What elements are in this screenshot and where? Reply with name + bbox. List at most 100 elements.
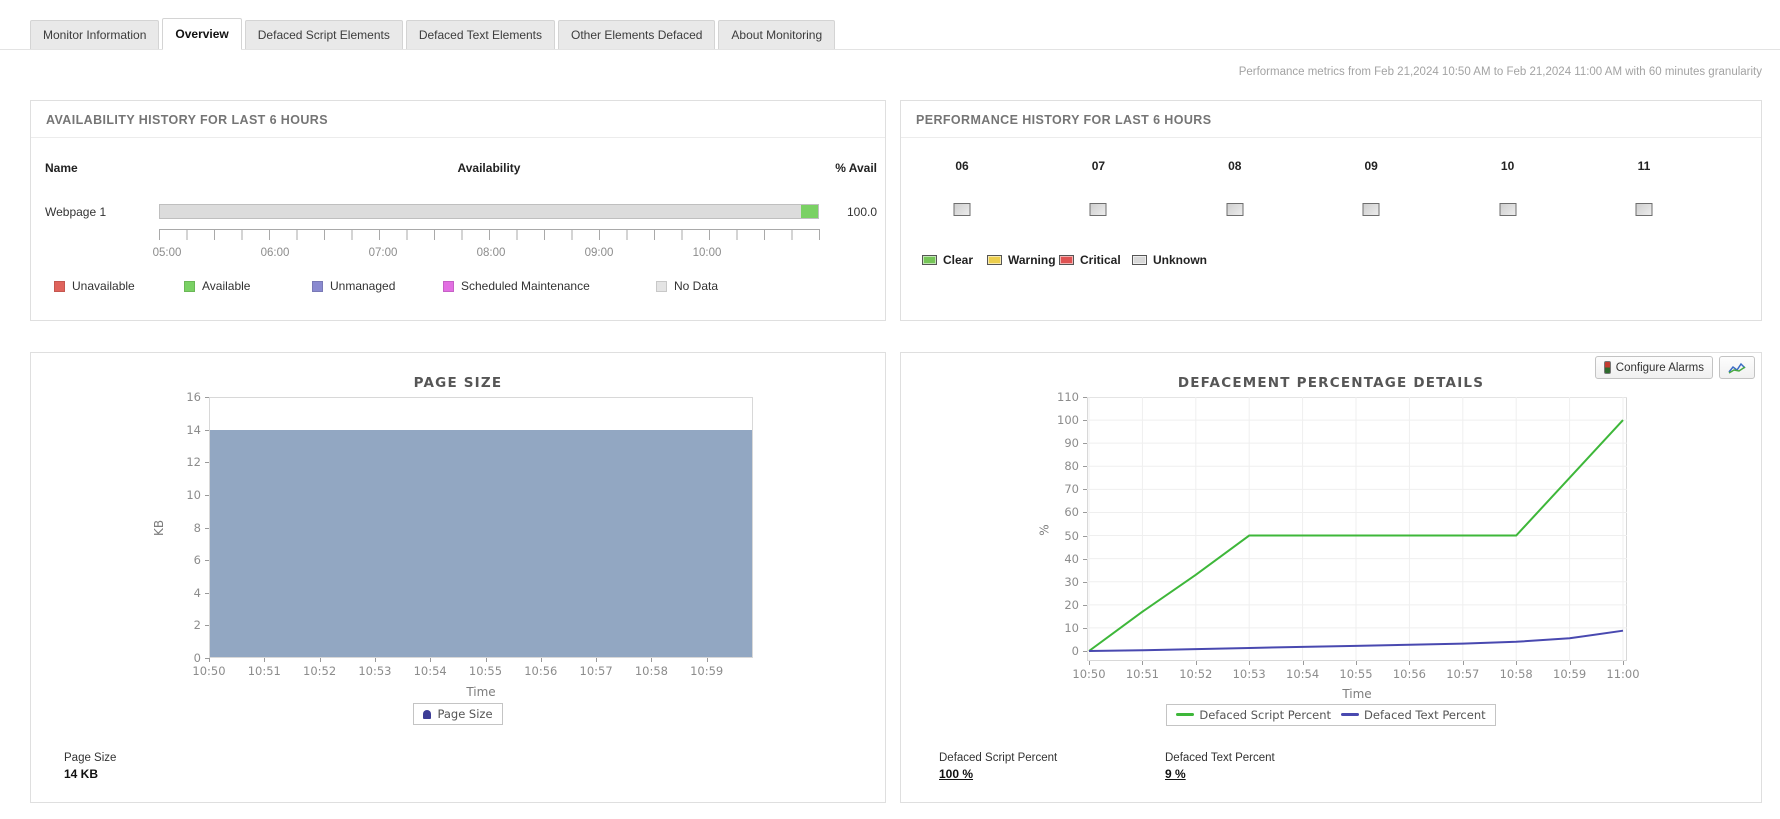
page-size-x-axis-name: Time — [466, 685, 496, 699]
hour-label: 08 — [1228, 159, 1242, 173]
x-tick-mark — [264, 658, 266, 662]
tab-other-elements-defaced[interactable]: Other Elements Defaced — [558, 20, 716, 49]
legend-label: Scheduled Maintenance — [461, 279, 590, 293]
y-tick-mark — [205, 560, 209, 562]
x-tick-label: 10:59 — [1553, 667, 1587, 681]
script-percent-footer-value[interactable]: 100 % — [939, 767, 973, 781]
performance-legend: Clear Warning Critical Unknown — [901, 253, 1761, 269]
y-tick-label: 6 — [193, 553, 201, 568]
time-tick-label: 09:00 — [584, 247, 614, 259]
availability-legend: Unavailable Available Unmanaged Scheduled M… — [31, 279, 885, 297]
legend-label: Critical — [1080, 253, 1121, 267]
x-tick-label: 10:54 — [413, 664, 447, 678]
y-tick-label: 20 — [1064, 597, 1079, 612]
legend-swatch — [1059, 255, 1074, 265]
hour-status-box-unknown[interactable] — [953, 203, 971, 216]
tab-monitor-information[interactable]: Monitor Information — [30, 20, 160, 49]
x-tick-mark — [1195, 661, 1197, 665]
page-size-y-axis-name: KB — [152, 519, 167, 537]
x-tick-label: 10:55 — [1339, 667, 1373, 681]
availability-time-axis: 05:00 06:00 07:00 08:00 09:00 10:00 — [153, 247, 819, 263]
availability-time-ruler — [159, 229, 820, 240]
y-tick-mark — [1083, 489, 1087, 491]
y-tick-mark — [1083, 558, 1087, 560]
x-tick-mark — [209, 658, 210, 662]
x-tick-label: 10:58 — [634, 664, 668, 678]
hour-status-box-unknown[interactable] — [1362, 203, 1380, 216]
y-tick-label: 60 — [1064, 505, 1079, 520]
y-tick-label: 16 — [186, 390, 201, 404]
time-tick-label: 06:00 — [260, 247, 290, 259]
legend-item-no-data: No Data — [656, 279, 718, 293]
availability-panel-title: AVAILABILITY HISTORY FOR LAST 6 HOURS — [31, 101, 885, 138]
legend-swatch — [922, 255, 937, 265]
y-tick-mark — [1083, 535, 1087, 537]
hour-label: 11 — [1637, 159, 1651, 173]
y-tick-mark — [1083, 627, 1087, 629]
defacement-legend: Defaced Script Percent Defaced Text Perc… — [1166, 703, 1496, 726]
legend-item-scheduled-maintenance: Scheduled Maintenance — [443, 279, 590, 293]
page-size-footer-value: 14 KB — [64, 767, 99, 781]
x-tick-label: 10:55 — [468, 664, 503, 678]
x-tick-label: 10:52 — [303, 664, 337, 678]
x-tick-mark — [374, 658, 376, 662]
x-tick-mark — [485, 658, 487, 662]
legend-item-unknown: Unknown — [1132, 253, 1207, 267]
x-tick-label: 10:56 — [524, 664, 558, 678]
availability-bar-segment-available — [800, 205, 818, 218]
legend-swatch — [656, 280, 667, 292]
script-percent-legend-label: Defaced Script Percent — [1199, 707, 1332, 722]
tab-overview[interactable]: Overview — [162, 18, 242, 50]
text-percent-legend-label: Defaced Text Percent — [1364, 707, 1486, 722]
legend-swatch — [312, 280, 323, 292]
x-tick-label: 10:59 — [690, 664, 724, 678]
x-tick-mark — [1409, 661, 1411, 665]
availability-bar — [159, 204, 819, 219]
legend-label: Available — [202, 279, 251, 293]
legend-item-unavailable: Unavailable — [54, 279, 135, 293]
y-tick-mark — [205, 592, 209, 594]
hour-status-box-unknown[interactable] — [1226, 203, 1244, 216]
legend-label: Unavailable — [72, 279, 135, 293]
tab-about-monitoring[interactable]: About Monitoring — [718, 20, 836, 49]
column-header-name: Name — [45, 161, 78, 175]
x-tick-mark — [1623, 661, 1624, 665]
x-tick-mark — [430, 658, 432, 662]
y-tick-label: 100 — [1057, 413, 1079, 428]
hour-status-box-unknown[interactable] — [1499, 203, 1517, 216]
x-tick-mark — [1302, 661, 1304, 665]
time-tick-label: 08:00 — [476, 247, 506, 259]
defacement-plot-svg — [1087, 397, 1627, 661]
y-tick-mark — [205, 625, 209, 627]
tab-defaced-text-elements[interactable]: Defaced Text Elements — [405, 20, 556, 49]
metrics-granularity-note: Performance metrics from Feb 21,2024 10:… — [1238, 66, 1762, 78]
defacement-x-axis-name: Time — [1342, 687, 1372, 701]
x-tick-mark — [1569, 661, 1571, 665]
legend-item-clear: Clear — [922, 253, 973, 267]
hour-label: 07 — [1091, 159, 1106, 173]
y-tick-mark — [1083, 581, 1087, 583]
hour-status-box-unknown[interactable] — [1089, 203, 1107, 216]
x-tick-mark — [1142, 661, 1144, 665]
performance-hours: 06 07 08 09 10 11 — [901, 101, 1761, 320]
x-tick-label: 10:51 — [1125, 667, 1159, 681]
text-percent-footer-value[interactable]: 9 % — [1165, 767, 1186, 781]
y-tick-mark — [205, 397, 209, 398]
x-tick-mark — [596, 658, 598, 662]
availability-bar-segment-no-data — [160, 205, 801, 218]
y-tick-mark — [205, 462, 209, 464]
y-tick-mark — [1083, 604, 1087, 606]
x-tick-label: 10:53 — [358, 664, 392, 678]
monitor-name: Webpage 1 — [45, 205, 107, 219]
y-tick-mark — [205, 429, 209, 431]
y-tick-label: 4 — [193, 585, 201, 600]
y-tick-label: 8 — [193, 520, 201, 535]
tab-defaced-script-elements[interactable]: Defaced Script Elements — [244, 20, 403, 49]
hour-status-box-unknown[interactable] — [1635, 203, 1653, 216]
y-tick-label: 14 — [186, 422, 201, 437]
x-tick-label: 10:50 — [192, 664, 226, 678]
x-tick-mark — [319, 658, 321, 662]
page-size-chart: 16 14 12 10 8 6 4 2 0 10:50 10:51 10:52 10:53 10:54 10… — [31, 353, 885, 802]
script-percent-line-icon — [1176, 713, 1195, 716]
y-tick-label: 90 — [1064, 436, 1079, 451]
